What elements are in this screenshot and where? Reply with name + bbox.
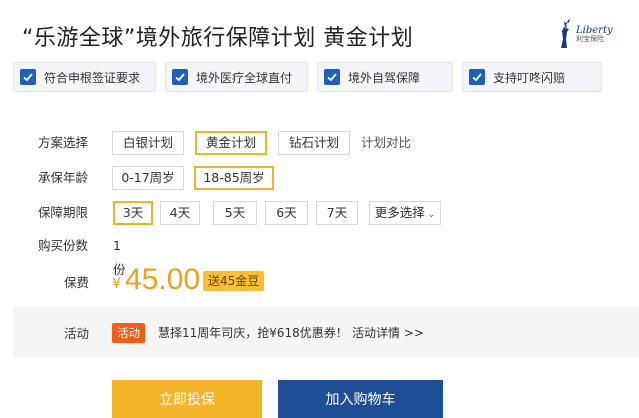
quantity-value: 1份 (113, 238, 126, 277)
statue-of-liberty-icon (561, 19, 570, 48)
quantity-label: 购买份数 (38, 238, 89, 253)
plan-option-silver[interactable]: 白银计划 (112, 131, 184, 155)
age-option-adult[interactable]: 18-85周岁 (194, 166, 274, 190)
activity-banner: 活动 活动 慧择11周年司庆，抢¥618优惠券！ 活动详情 >> (13, 307, 639, 357)
premium-amount: 45.00 (125, 263, 201, 296)
premium-label: 保费 (64, 275, 90, 290)
page-title: “乐游全球”境外旅行保障计划 黄金计划 (22, 26, 414, 51)
activity-tag: 活动 (112, 323, 145, 343)
logo-text-cn: 利宝保险 (576, 34, 604, 43)
period-option-3d[interactable]: 3天 (113, 201, 153, 225)
feature-label: 支持叮咚闪赔 (493, 70, 566, 85)
period-label: 保障期限 (38, 205, 89, 220)
checkbox-checked-icon (20, 69, 36, 85)
checkbox-checked-icon (469, 69, 485, 85)
period-option-4d[interactable]: 4天 (160, 201, 200, 225)
buy-now-button[interactable]: 立即投保 (112, 380, 262, 418)
feature-label: 境外自驾保障 (348, 70, 421, 85)
period-more-dropdown[interactable]: 更多选择 ⌄ (369, 201, 441, 225)
period-option-6d[interactable]: 6天 (265, 201, 308, 225)
activity-label: 活动 (64, 326, 90, 341)
activity-text: 慧择11周年司庆，抢¥618优惠券！ (158, 326, 348, 340)
period-more-label: 更多选择 (374, 205, 425, 220)
feature-badges: 符合申根签证要求 境外医疗全球直付 境外自驾保障 支持叮咚闪赔 (13, 62, 613, 92)
chevron-down-icon: ⌄ (424, 210, 436, 220)
add-to-cart-button[interactable]: 加入购物车 (278, 380, 443, 418)
premium-currency: ¥ (112, 276, 121, 292)
plan-option-diamond[interactable]: 钻石计划 (278, 131, 350, 155)
feature-badge: 支持叮咚闪赔 (462, 62, 602, 92)
premium-row: 保费 ¥ 45.00 送45金豆 (0, 263, 639, 298)
age-option-minor[interactable]: 0-17周岁 (112, 166, 184, 190)
period-option-7d[interactable]: 7天 (316, 201, 358, 225)
feature-badge: 符合申根签证要求 (13, 62, 156, 92)
plan-option-gold[interactable]: 黄金计划 (195, 131, 267, 155)
age-label: 承保年龄 (38, 170, 89, 185)
period-option-5d[interactable]: 5天 (213, 201, 257, 225)
checkbox-checked-icon (172, 69, 188, 85)
logo-text-en: Liberty (576, 24, 613, 36)
activity-details-link[interactable]: 活动详情 >> (352, 324, 424, 341)
feature-label: 符合申根签证要求 (44, 70, 141, 85)
plan-compare-link[interactable]: 计划对比 (361, 131, 411, 155)
plan-label: 方案选择 (38, 135, 89, 150)
liberty-logo: Liberty 利宝保险 (555, 16, 625, 52)
feature-badge: 境外医疗全球直付 (165, 62, 308, 92)
feature-label: 境外医疗全球直付 (196, 70, 293, 85)
feature-badge: 境外自驾保障 (317, 62, 453, 92)
bonus-badge: 送45金豆 (203, 271, 265, 291)
checkbox-checked-icon (324, 69, 340, 85)
